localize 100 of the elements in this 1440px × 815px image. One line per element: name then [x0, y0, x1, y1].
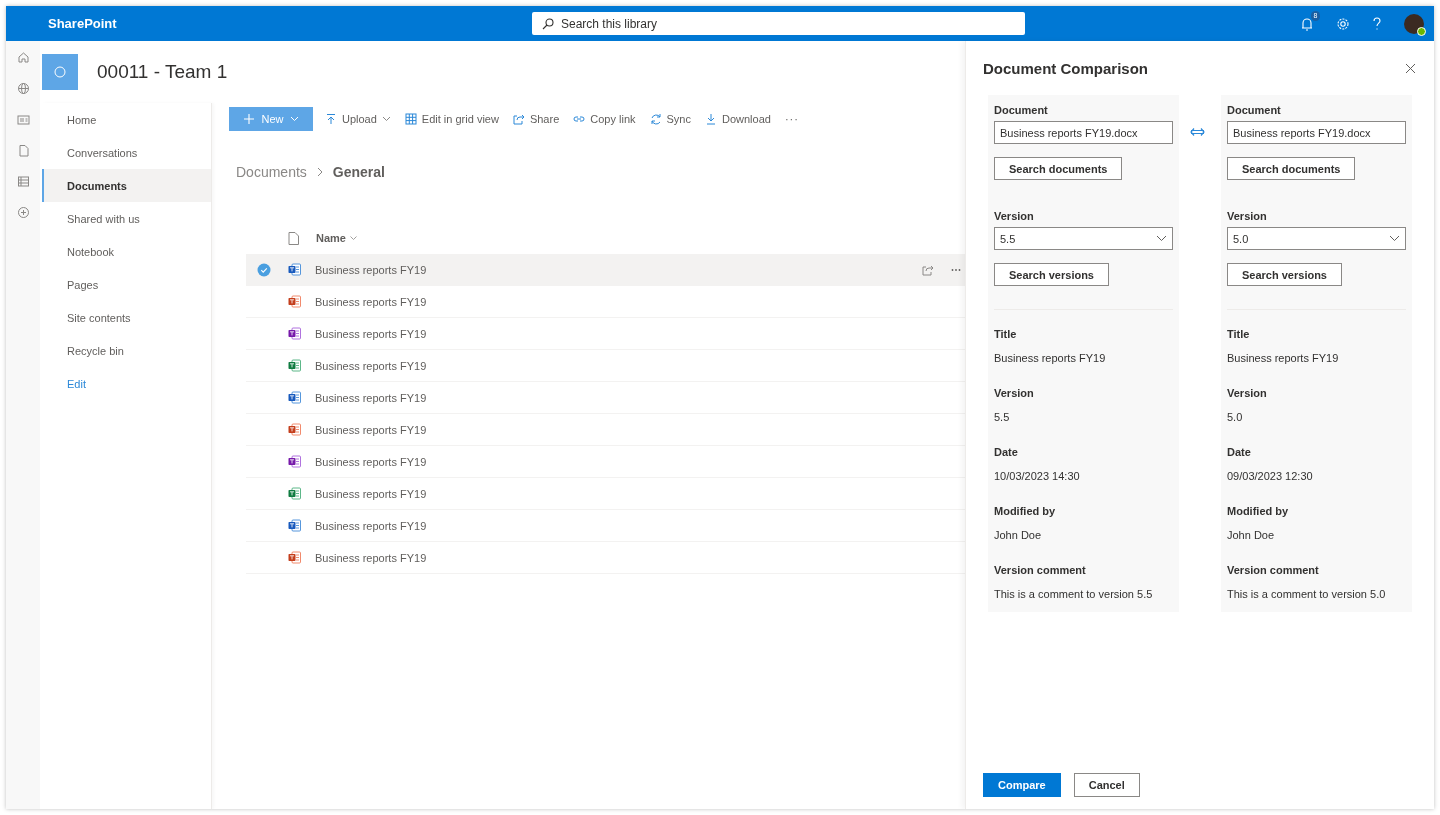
- detail-value: John Doe: [1227, 529, 1276, 541]
- detail-value: Business reports FY19: [1227, 352, 1340, 364]
- detail-label: Version comment: [1227, 564, 1320, 576]
- file-row[interactable]: Business reports FY19: [246, 542, 965, 574]
- nav-item[interactable]: Documents: [42, 169, 211, 202]
- command-button[interactable]: Share: [510, 107, 562, 131]
- file-row[interactable]: Business reports FY19: [246, 382, 965, 414]
- file-icon[interactable]: [16, 144, 30, 157]
- file-name[interactable]: Business reports FY19: [315, 359, 427, 372]
- more-button[interactable]: ···: [782, 107, 801, 131]
- column-header[interactable]: Name: [316, 232, 357, 244]
- search-field[interactable]: Search this library: [532, 12, 1025, 35]
- word-file-icon: [288, 263, 301, 276]
- search-documents-button[interactable]: Search documents: [994, 157, 1123, 180]
- detail-label: Date: [994, 446, 1019, 458]
- command-button[interactable]: Download: [703, 107, 773, 131]
- detail-value: 5.0: [1227, 411, 1244, 423]
- file-row[interactable]: Business reports FY19: [246, 318, 965, 350]
- detail-value: This is a comment to version 5.0: [1227, 588, 1387, 600]
- breadcrumb-item[interactable]: Documents: [236, 164, 307, 180]
- nav-item[interactable]: Shared with us: [42, 202, 211, 235]
- file-name[interactable]: Business reports FY19: [315, 519, 427, 532]
- detail-label: Modified by: [1227, 505, 1290, 517]
- chevron-right-icon: [316, 167, 323, 177]
- download-icon: [705, 113, 717, 125]
- close-icon[interactable]: [1405, 62, 1416, 74]
- file-name[interactable]: Business reports FY19: [315, 391, 427, 404]
- search-input[interactable]: Search this library: [561, 16, 1015, 31]
- field-label: Version: [1227, 210, 1268, 222]
- sync-icon: [649, 113, 662, 125]
- chevron-down-icon: [289, 116, 299, 122]
- command-button[interactable]: Upload: [323, 107, 393, 131]
- detail-value: Business reports FY19: [994, 352, 1107, 364]
- document-field[interactable]: Business reports FY19.docx: [994, 121, 1173, 144]
- search-versions-button[interactable]: Search versions: [1227, 263, 1342, 286]
- dialog-button[interactable]: Compare: [983, 773, 1061, 797]
- search-versions-button[interactable]: Search versions: [994, 263, 1109, 286]
- file-row[interactable]: Business reports FY19: [246, 350, 965, 382]
- onenote-file-icon: [288, 455, 301, 468]
- search-icon: [542, 17, 554, 30]
- command-button[interactable]: Edit in grid view: [402, 107, 501, 131]
- file-row[interactable]: Business reports FY19: [246, 414, 965, 446]
- file-row[interactable]: Business reports FY19: [246, 478, 965, 510]
- share-icon[interactable]: [922, 263, 934, 276]
- bell-icon[interactable]: [1300, 16, 1314, 31]
- file-name[interactable]: Business reports FY19: [315, 455, 427, 468]
- file-row[interactable]: Business reports FY19: [246, 286, 965, 318]
- settings-icon[interactable]: [1336, 16, 1350, 31]
- edit-link[interactable]: Edit: [42, 367, 211, 400]
- nav-item[interactable]: Notebook: [42, 235, 211, 268]
- detail-value: 10/03/2023 14:30: [994, 470, 1081, 482]
- file-name[interactable]: Business reports FY19: [315, 551, 427, 564]
- detail-label: Date: [1227, 446, 1252, 458]
- nav-item[interactable]: Home: [42, 103, 211, 136]
- nav-item[interactable]: Site contents: [42, 301, 211, 334]
- chevron-down-icon: [1389, 235, 1400, 242]
- nav-item[interactable]: Conversations: [42, 136, 211, 169]
- site-title: 00011 - Team 1: [97, 61, 228, 83]
- chevron-down-icon: [349, 235, 357, 241]
- command-button[interactable]: Copy link: [571, 107, 638, 131]
- document-field[interactable]: Business reports FY19.docx: [1227, 121, 1406, 144]
- home-icon[interactable]: [16, 51, 30, 64]
- dialog-button[interactable]: Cancel: [1073, 773, 1140, 797]
- list-icon[interactable]: [16, 175, 30, 188]
- file-name[interactable]: Business reports FY19: [315, 487, 427, 500]
- chevron-down-icon: [1156, 235, 1167, 242]
- field-label: Version: [994, 210, 1035, 222]
- powerpoint-file-icon: [288, 423, 301, 436]
- file-row[interactable]: Business reports FY19: [246, 510, 965, 542]
- circle-icon: [54, 66, 66, 78]
- detail-value: 09/03/2023 12:30: [1227, 470, 1314, 482]
- nav-item[interactable]: Recycle bin: [42, 334, 211, 367]
- file-name[interactable]: Business reports FY19: [315, 423, 427, 436]
- news-icon[interactable]: [16, 113, 30, 126]
- panel-title: Document Comparison: [983, 59, 1148, 77]
- file-row[interactable]: Business reports FY19: [246, 254, 965, 286]
- file-name[interactable]: Business reports FY19: [315, 295, 427, 308]
- excel-file-icon: [288, 359, 301, 372]
- swap-arrows-icon[interactable]: [1190, 127, 1205, 137]
- file-name[interactable]: Business reports FY19: [315, 327, 427, 340]
- version-dropdown[interactable]: 5.0: [1227, 227, 1406, 250]
- version-dropdown[interactable]: 5.5: [994, 227, 1173, 250]
- command-button[interactable]: Sync: [647, 107, 693, 131]
- more-icon[interactable]: [951, 267, 961, 272]
- search-documents-button[interactable]: Search documents: [1227, 157, 1356, 180]
- help-icon[interactable]: [1372, 16, 1382, 31]
- detail-label: Version comment: [994, 564, 1087, 576]
- app-name[interactable]: SharePoint: [48, 16, 532, 31]
- file-row[interactable]: Business reports FY19: [246, 446, 965, 478]
- field-label: Document: [994, 104, 1049, 116]
- breadcrumb-item[interactable]: General: [332, 164, 385, 180]
- nav-item[interactable]: Pages: [42, 268, 211, 301]
- detail-value: This is a comment to version 5.5: [994, 588, 1154, 600]
- checkmark-icon: [257, 262, 271, 277]
- file-name[interactable]: Business reports FY19: [315, 263, 427, 276]
- add-icon[interactable]: [16, 206, 30, 219]
- upload-icon: [325, 113, 337, 125]
- globe-icon[interactable]: [16, 82, 30, 95]
- detail-label: Title: [1227, 328, 1251, 340]
- avatar[interactable]: [1404, 13, 1424, 34]
